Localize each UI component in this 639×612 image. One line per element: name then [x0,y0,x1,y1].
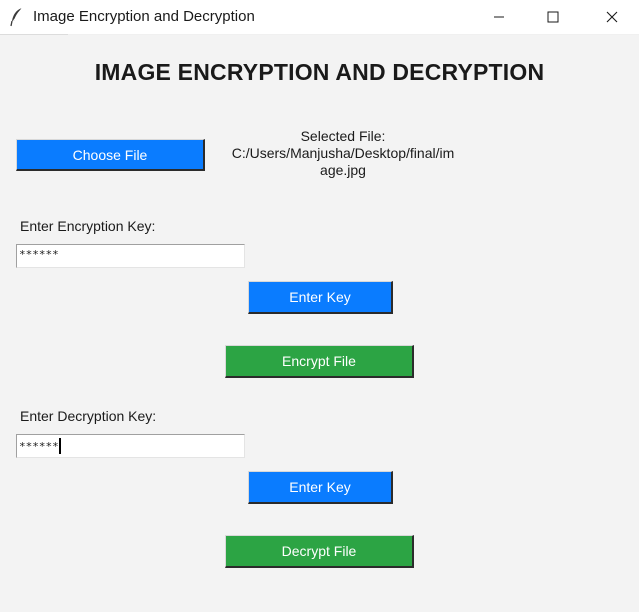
decrypt-file-button[interactable]: Decrypt File [225,535,414,568]
decryption-key-input[interactable]: ****** [16,434,245,458]
feather-icon [10,7,24,27]
decryption-enter-key-button[interactable]: Enter Key [248,471,393,504]
page-title: IMAGE ENCRYPTION AND DECRYPTION [94,59,545,85]
minimize-button[interactable] [476,0,522,34]
decryption-key-label: Enter Decryption Key: [20,408,157,424]
selected-file-path-line2: age.jpg [320,162,366,178]
encryption-key-label: Enter Encryption Key: [20,218,156,234]
encrypt-file-button[interactable]: Encrypt File [225,345,414,378]
maximize-button[interactable] [530,0,576,34]
selected-file-caption: Selected File: [300,128,386,144]
maximize-icon [547,11,559,23]
encryption-enter-key-button[interactable]: Enter Key [248,281,393,314]
text-caret [58,438,61,454]
decryption-key-value: ****** [19,440,59,453]
encryption-key-input[interactable]: ****** [16,244,245,268]
app-body: IMAGE ENCRYPTION AND DECRYPTION Choose F… [0,35,639,612]
minimize-icon [493,11,505,23]
window-title: Image Encryption and Decryption [33,8,255,25]
selected-file-path-line1: C:/Users/Manjusha/Desktop/final/im [231,145,455,161]
close-icon [606,11,618,23]
selected-file-text: Selected File: C:/Users/Manjusha/Desktop… [216,128,470,179]
choose-file-button[interactable]: Choose File [16,139,205,171]
close-button[interactable] [589,0,635,34]
encryption-key-value: ****** [19,248,59,261]
title-bar: Image Encryption and Decryption [0,0,639,34]
